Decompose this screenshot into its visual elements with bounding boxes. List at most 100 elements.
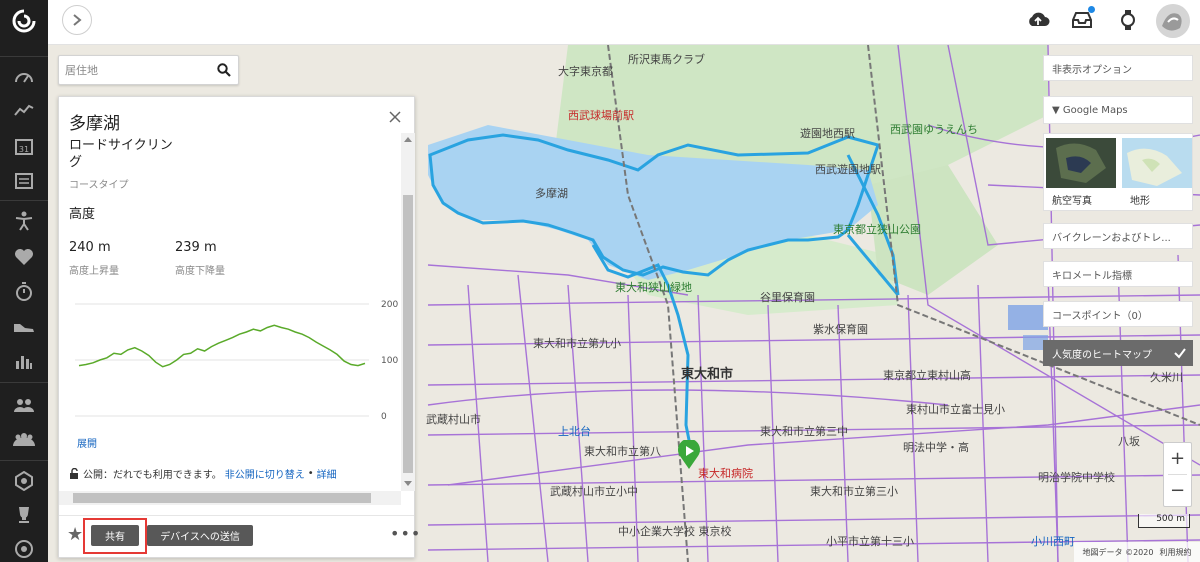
user-avatar[interactable] bbox=[1156, 4, 1190, 38]
course-points-toggle[interactable]: コースポイント（0） bbox=[1043, 301, 1193, 327]
map-label: 紫水保育園 bbox=[813, 323, 868, 336]
elevation-loss-label: 高度下降量 bbox=[175, 266, 225, 277]
elevation-heading: 高度 bbox=[69, 207, 96, 222]
google-maps-dropdown[interactable]: ▼ Google Maps bbox=[1043, 96, 1193, 124]
separator: • bbox=[307, 468, 314, 479]
map-label: 西武遊園地駅 bbox=[815, 163, 881, 176]
attribution-text: 地図データ ©2020 bbox=[1082, 547, 1154, 557]
zoom-control: + − bbox=[1163, 442, 1192, 507]
elevation-loss-value: 239 m bbox=[175, 240, 217, 255]
map-label: 中小企業大学校 東京校 bbox=[618, 525, 732, 538]
expand-sidebar-button[interactable] bbox=[62, 5, 92, 35]
route-start-marker[interactable] bbox=[677, 440, 701, 470]
upload-button[interactable] bbox=[1026, 8, 1050, 32]
more-options-icon[interactable]: ••• bbox=[390, 524, 421, 543]
location-search-input[interactable] bbox=[59, 56, 209, 84]
map-label: 多摩湖 bbox=[535, 187, 568, 200]
top-header bbox=[48, 0, 1200, 45]
make-private-link[interactable]: 非公開に切り替え bbox=[225, 466, 305, 481]
map-label: 所沢東馬クラブ bbox=[628, 53, 705, 66]
map-label: 東大和市 bbox=[681, 367, 734, 382]
elevation-gain-label: 高度上昇量 bbox=[69, 266, 119, 277]
zoom-out-button[interactable]: − bbox=[1164, 475, 1191, 506]
map-label: 小川西町 bbox=[1031, 535, 1075, 548]
map-label: 東大和市立第九小 bbox=[533, 337, 621, 350]
panel-scroll-area[interactable]: 多摩湖 ロードサイクリング コースタイプ 高度 240 m 高度上昇量 239 … bbox=[59, 97, 401, 490]
calendar-icon[interactable]: 31 bbox=[12, 135, 36, 157]
heatmap-toggle[interactable]: 人気度のヒートマップ bbox=[1043, 340, 1193, 366]
y-tick-label: 0 bbox=[381, 412, 387, 422]
terrain-label[interactable]: 地形 bbox=[1130, 192, 1150, 207]
map-label: 武蔵村山市 bbox=[426, 413, 481, 426]
connections-icon[interactable] bbox=[12, 394, 36, 416]
course-type-label: コースタイプ bbox=[69, 180, 129, 191]
cloud-upload-icon bbox=[1029, 12, 1050, 26]
heart-icon[interactable] bbox=[12, 246, 36, 268]
target-icon[interactable] bbox=[12, 538, 36, 560]
details-link[interactable]: 詳細 bbox=[317, 466, 337, 481]
inbox-button[interactable] bbox=[1070, 6, 1095, 32]
elevation-chart: 200 100 0 bbox=[75, 300, 398, 422]
notification-dot bbox=[1088, 6, 1095, 13]
map-type-selector: 航空写真 地形 bbox=[1043, 133, 1193, 211]
checkmark-icon bbox=[1174, 348, 1186, 359]
kilometer-markers-toggle[interactable]: キロメートル指標 bbox=[1043, 261, 1193, 287]
map-label: 八坂 bbox=[1118, 435, 1140, 448]
expand-link[interactable]: 展開 bbox=[77, 435, 97, 450]
map-label: 谷里保育園 bbox=[760, 291, 815, 304]
map-label: 西武球場前駅 bbox=[568, 109, 634, 122]
elevation-gain-value: 240 m bbox=[69, 240, 111, 255]
bar-chart-icon[interactable] bbox=[12, 350, 36, 372]
search-icon[interactable] bbox=[217, 63, 231, 77]
course-title: 多摩湖 bbox=[69, 114, 120, 134]
speedometer-icon[interactable] bbox=[12, 66, 36, 88]
close-icon[interactable] bbox=[389, 111, 401, 123]
y-tick-label: 200 bbox=[381, 300, 398, 310]
map-label: 上北台 bbox=[558, 425, 591, 438]
panel-footer: ★ 共有 デバイスへの送信 ••• bbox=[59, 515, 420, 557]
stopwatch-icon[interactable] bbox=[12, 281, 36, 303]
course-type-value: ロードサイクリング bbox=[69, 138, 173, 170]
watch-icon bbox=[1121, 10, 1135, 30]
satellite-label[interactable]: 航空写真 bbox=[1052, 192, 1092, 207]
app-logo-icon[interactable] bbox=[11, 8, 37, 34]
person-training-icon[interactable] bbox=[12, 210, 36, 232]
trophy-icon[interactable] bbox=[12, 504, 36, 526]
device-button[interactable] bbox=[1116, 8, 1140, 32]
svg-text:31: 31 bbox=[19, 145, 29, 154]
map-label: 東大和病院 bbox=[698, 467, 753, 480]
star-favorite-icon[interactable]: ★ bbox=[67, 524, 83, 545]
scrollbar-thumb[interactable] bbox=[73, 493, 371, 503]
horizontal-scrollbar[interactable] bbox=[59, 491, 401, 505]
map-label: 東大和市立第八 bbox=[584, 445, 661, 458]
map-label: 武蔵村山市立小中 bbox=[550, 485, 638, 498]
zoom-in-button[interactable]: + bbox=[1164, 443, 1191, 474]
heatmap-label: 人気度のヒートマップ bbox=[1052, 349, 1152, 361]
map-label: 西武園ゆうえんち bbox=[890, 123, 978, 136]
map-label: 東大和市立第三小 bbox=[810, 485, 898, 498]
send-to-device-button[interactable]: デバイスへの送信 bbox=[147, 525, 253, 546]
terms-link[interactable]: 利用規約 bbox=[1159, 547, 1191, 558]
groups-icon[interactable] bbox=[12, 428, 36, 450]
course-details-panel: 多摩湖 ロードサイクリング コースタイプ 高度 240 m 高度上昇量 239 … bbox=[58, 96, 420, 558]
report-icon[interactable] bbox=[12, 170, 36, 192]
map-label: 明法中学・高 bbox=[903, 441, 969, 454]
terrain-thumbnail[interactable] bbox=[1122, 138, 1192, 188]
vertical-scrollbar[interactable] bbox=[401, 133, 415, 491]
bike-lanes-toggle[interactable]: バイクレーンおよびトレ... bbox=[1043, 223, 1193, 249]
scale-bar: 500 m bbox=[1138, 514, 1190, 528]
map-attribution: 地図データ ©2020 利用規約 bbox=[1074, 542, 1200, 562]
y-tick-label: 100 bbox=[381, 356, 398, 366]
scrollbar-thumb[interactable] bbox=[403, 195, 413, 473]
privacy-row: 公開：だれでも利用できます。 非公開に切り替え • 詳細 bbox=[69, 466, 337, 481]
share-button[interactable]: 共有 bbox=[91, 525, 139, 546]
activity-line-icon[interactable] bbox=[12, 99, 36, 121]
shoe-icon[interactable] bbox=[12, 316, 36, 338]
hide-options-toggle[interactable]: 非表示オプション bbox=[1043, 55, 1193, 81]
map-label: 東大和市立第三中 bbox=[760, 425, 848, 438]
location-search bbox=[58, 55, 239, 85]
map-label: 遊園地西駅 bbox=[800, 127, 855, 140]
badge-icon[interactable] bbox=[12, 470, 36, 492]
map-label: 東京都立狭山公園 bbox=[833, 223, 921, 236]
satellite-thumbnail[interactable] bbox=[1046, 138, 1116, 188]
